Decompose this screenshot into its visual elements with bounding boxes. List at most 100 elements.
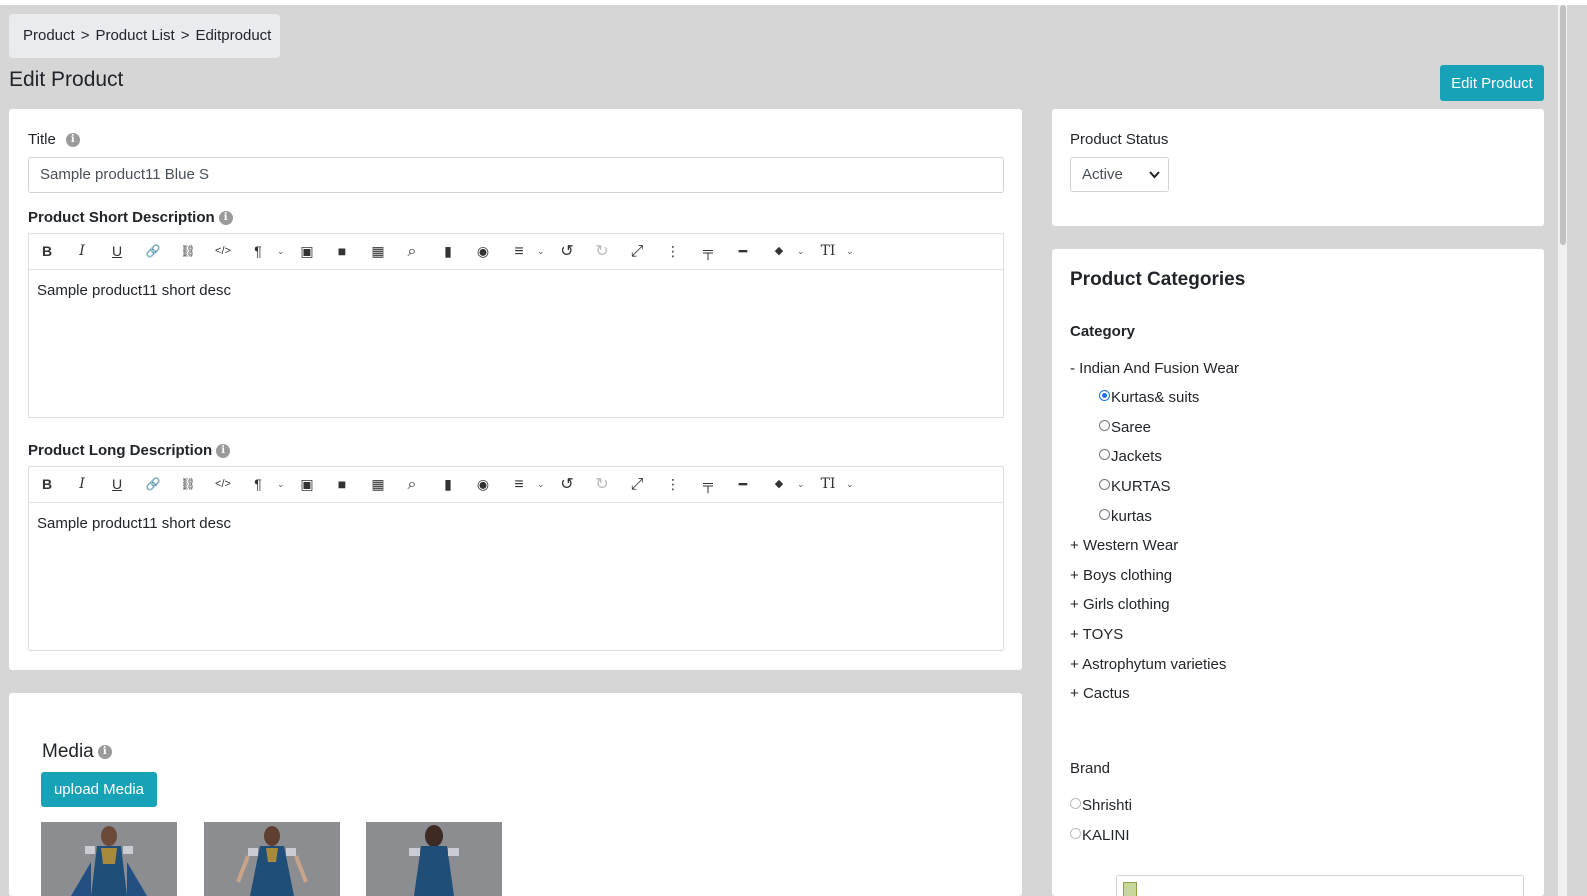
media-thumbnail[interactable] (41, 822, 177, 896)
font-size-icon[interactable]: TI (815, 467, 841, 502)
breadcrumb-item-product[interactable]: Product (23, 27, 75, 44)
chevron-down-icon[interactable]: ⌄ (846, 234, 854, 269)
redo-icon[interactable]: ↻ (589, 234, 615, 269)
long-description-content[interactable]: Sample product11 short desc (29, 503, 1003, 544)
edit-product-button[interactable]: Edit Product (1440, 65, 1544, 101)
document-icon[interactable]: ▮ (435, 467, 461, 502)
expand-toggle[interactable]: + (1070, 537, 1079, 554)
italic-icon[interactable]: I (69, 234, 95, 269)
category-astrophytum-varieties[interactable]: + Astrophytum varieties (1070, 656, 1226, 673)
paint-format-icon[interactable]: ╤ (695, 234, 721, 269)
horizontal-rule-icon[interactable]: ━ (730, 234, 756, 269)
breadcrumb-item-product-list[interactable]: Product List (95, 27, 174, 44)
align-icon[interactable]: ≡ (506, 467, 532, 502)
color-icon[interactable]: ◆ (766, 467, 792, 502)
underline-icon[interactable]: U (104, 467, 130, 502)
expand-toggle[interactable]: + (1070, 596, 1079, 613)
undo-icon[interactable]: ↺ (554, 234, 580, 269)
info-icon[interactable]: i (97, 744, 112, 759)
category-radio[interactable] (1099, 420, 1110, 431)
chevron-down-icon[interactable]: ⌄ (846, 467, 854, 502)
expand-toggle[interactable]: + (1070, 685, 1079, 702)
brand-radio[interactable] (1070, 798, 1081, 809)
product-status-select[interactable]: Active (1070, 157, 1169, 192)
category-saree[interactable]: Saree (1099, 419, 1151, 436)
title-input[interactable]: Sample product11 Blue S (28, 157, 1004, 193)
video-icon[interactable]: ■ (329, 467, 355, 502)
document-icon[interactable]: ▮ (435, 234, 461, 269)
expand-toggle[interactable]: + (1070, 626, 1079, 643)
chevron-down-icon[interactable]: ⌄ (797, 467, 805, 502)
preview-icon[interactable]: ◉ (470, 467, 496, 502)
unlink-icon[interactable]: ⛓ (175, 234, 201, 269)
code-view-icon[interactable]: </> (210, 467, 236, 502)
chevron-down-icon[interactable]: ⌄ (537, 467, 545, 502)
category-radio[interactable] (1099, 390, 1110, 401)
image-icon[interactable]: ▣ (294, 234, 320, 269)
italic-icon[interactable]: I (69, 467, 95, 502)
more-icon[interactable]: ⋮ (660, 467, 686, 502)
short-description-content[interactable]: Sample product11 short desc (29, 270, 1003, 311)
table-icon[interactable]: ▦ (365, 467, 391, 502)
paint-format-icon[interactable]: ╤ (695, 467, 721, 502)
preview-icon[interactable]: ◉ (470, 234, 496, 269)
media-thumbnail[interactable] (366, 822, 502, 896)
more-icon[interactable]: ⋮ (660, 234, 686, 269)
paragraph-icon[interactable]: ¶ (245, 467, 271, 502)
info-icon[interactable]: i (65, 133, 80, 148)
redo-icon[interactable]: ↻ (589, 467, 615, 502)
paragraph-icon[interactable]: ¶ (245, 234, 271, 269)
chevron-down-icon[interactable]: ⌄ (277, 467, 285, 502)
long-description-editor[interactable]: B I U 🔗 ⛓ </> ¶ ⌄ ▣ ■ ▦ ⌕ ▮ ◉ ≡ ⌄ ↺ ↻ ⤢ … (28, 466, 1004, 651)
unlink-icon[interactable]: ⛓ (175, 467, 201, 502)
category-jackets[interactable]: Jackets (1099, 448, 1162, 465)
category-western-wear[interactable]: + Western Wear (1070, 537, 1178, 554)
align-icon[interactable]: ≡ (506, 234, 532, 269)
horizontal-rule-icon[interactable]: ━ (730, 467, 756, 502)
bold-icon[interactable]: B (34, 467, 60, 502)
fullscreen-icon[interactable]: ⤢ (624, 234, 650, 269)
short-description-label-text: Product Short Description (28, 209, 215, 226)
find-icon[interactable]: ⌕ (399, 234, 425, 269)
undo-icon[interactable]: ↺ (554, 467, 580, 502)
category-boys-clothing[interactable]: + Boys clothing (1070, 567, 1172, 584)
category-girls-clothing[interactable]: + Girls clothing (1070, 596, 1170, 613)
code-view-icon[interactable]: </> (210, 234, 236, 269)
media-thumbnail[interactable] (204, 822, 340, 896)
expand-toggle[interactable]: + (1070, 567, 1079, 584)
collapse-toggle[interactable]: - (1070, 360, 1075, 377)
chevron-down-icon[interactable]: ⌄ (537, 234, 545, 269)
category-radio[interactable] (1099, 509, 1110, 520)
chevron-down-icon[interactable]: ⌄ (277, 234, 285, 269)
upload-media-button[interactable]: upload Media (41, 772, 157, 807)
category-kurtas-suits[interactable]: Kurtas& suits (1099, 389, 1199, 406)
fullscreen-icon[interactable]: ⤢ (624, 467, 650, 502)
font-size-icon[interactable]: TI (815, 234, 841, 269)
expand-toggle[interactable]: + (1070, 656, 1079, 673)
short-description-editor[interactable]: B I U 🔗 ⛓ </> ¶ ⌄ ▣ ■ ▦ ⌕ ▮ ◉ ≡ ⌄ ↺ ↻ ⤢ … (28, 233, 1004, 418)
image-icon[interactable]: ▣ (294, 467, 320, 502)
find-icon[interactable]: ⌕ (399, 467, 425, 502)
category-radio[interactable] (1099, 449, 1110, 460)
brand-option-shrishti[interactable]: Shrishti (1070, 797, 1132, 814)
info-icon[interactable]: i (216, 444, 231, 459)
category-cactus[interactable]: + Cactus (1070, 685, 1130, 702)
table-icon[interactable]: ▦ (365, 234, 391, 269)
info-icon[interactable]: i (218, 211, 233, 226)
category-kurtas-upper[interactable]: KURTAS (1099, 478, 1170, 495)
brand-radio[interactable] (1070, 828, 1081, 839)
brand-option-kalini[interactable]: KALINI (1070, 827, 1130, 844)
chevron-down-icon[interactable]: ⌄ (797, 234, 805, 269)
category-toys[interactable]: + TOYS (1070, 626, 1123, 643)
underline-icon[interactable]: U (104, 234, 130, 269)
category-indian-and-fusion-wear[interactable]: - Indian And Fusion Wear (1070, 360, 1239, 377)
color-icon[interactable]: ◆ (766, 234, 792, 269)
category-kurtas-lower[interactable]: kurtas (1099, 508, 1152, 525)
bold-icon[interactable]: B (34, 234, 60, 269)
scrollbar-thumb[interactable] (1560, 5, 1566, 245)
link-icon[interactable]: 🔗 (140, 467, 166, 502)
category-radio[interactable] (1099, 479, 1110, 490)
video-icon[interactable]: ■ (329, 234, 355, 269)
link-icon[interactable]: 🔗 (140, 234, 166, 269)
brand-extra-field[interactable] (1116, 875, 1524, 896)
